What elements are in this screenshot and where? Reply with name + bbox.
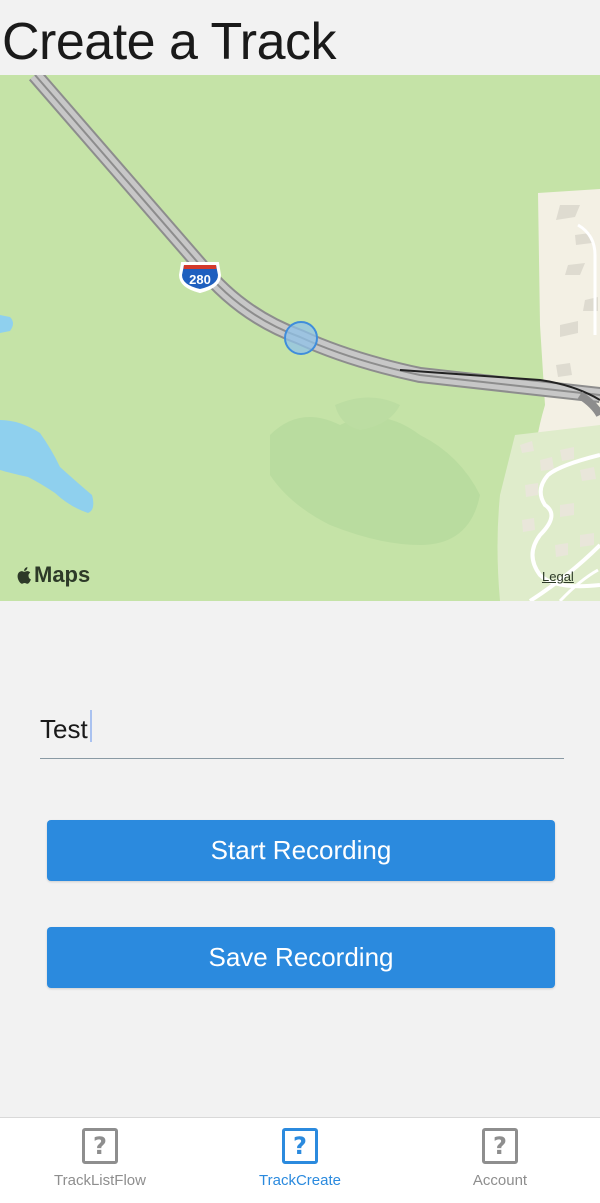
interstate-shield-label: 280	[189, 272, 211, 287]
question-mark-icon: ?	[482, 1128, 518, 1164]
tab-label: TrackCreate	[259, 1172, 341, 1189]
tab-label: Account	[473, 1172, 527, 1189]
tab-trackcreate[interactable]: ? TrackCreate	[200, 1118, 400, 1203]
tab-account[interactable]: ? Account	[400, 1118, 600, 1203]
track-name-input[interactable]	[40, 714, 564, 745]
highway-fill	[35, 75, 600, 395]
apple-logo-icon	[16, 565, 33, 585]
text-caret	[90, 710, 92, 742]
legal-link[interactable]: Legal	[542, 569, 574, 584]
lake	[0, 315, 13, 333]
map-graphic: 280	[0, 75, 600, 601]
maps-logo: Maps	[16, 562, 90, 588]
save-recording-button[interactable]: Save Recording	[47, 927, 555, 988]
tab-label: TrackListFlow	[54, 1172, 146, 1189]
question-mark-icon: ?	[282, 1128, 318, 1164]
park-area	[270, 417, 480, 545]
track-name-field[interactable]	[40, 700, 564, 759]
lake	[0, 420, 93, 513]
tab-tracklistflow[interactable]: ? TrackListFlow	[0, 1118, 200, 1203]
question-mark-icon: ?	[82, 1128, 118, 1164]
maps-logo-text: Maps	[34, 562, 90, 588]
start-recording-button[interactable]: Start Recording	[47, 820, 555, 881]
map-view[interactable]: 280 Maps Legal	[0, 75, 600, 601]
user-location-icon	[285, 322, 317, 354]
tab-bar: ? TrackListFlow ? TrackCreate ? Account	[0, 1117, 600, 1203]
page-title: Create a Track	[2, 10, 336, 74]
